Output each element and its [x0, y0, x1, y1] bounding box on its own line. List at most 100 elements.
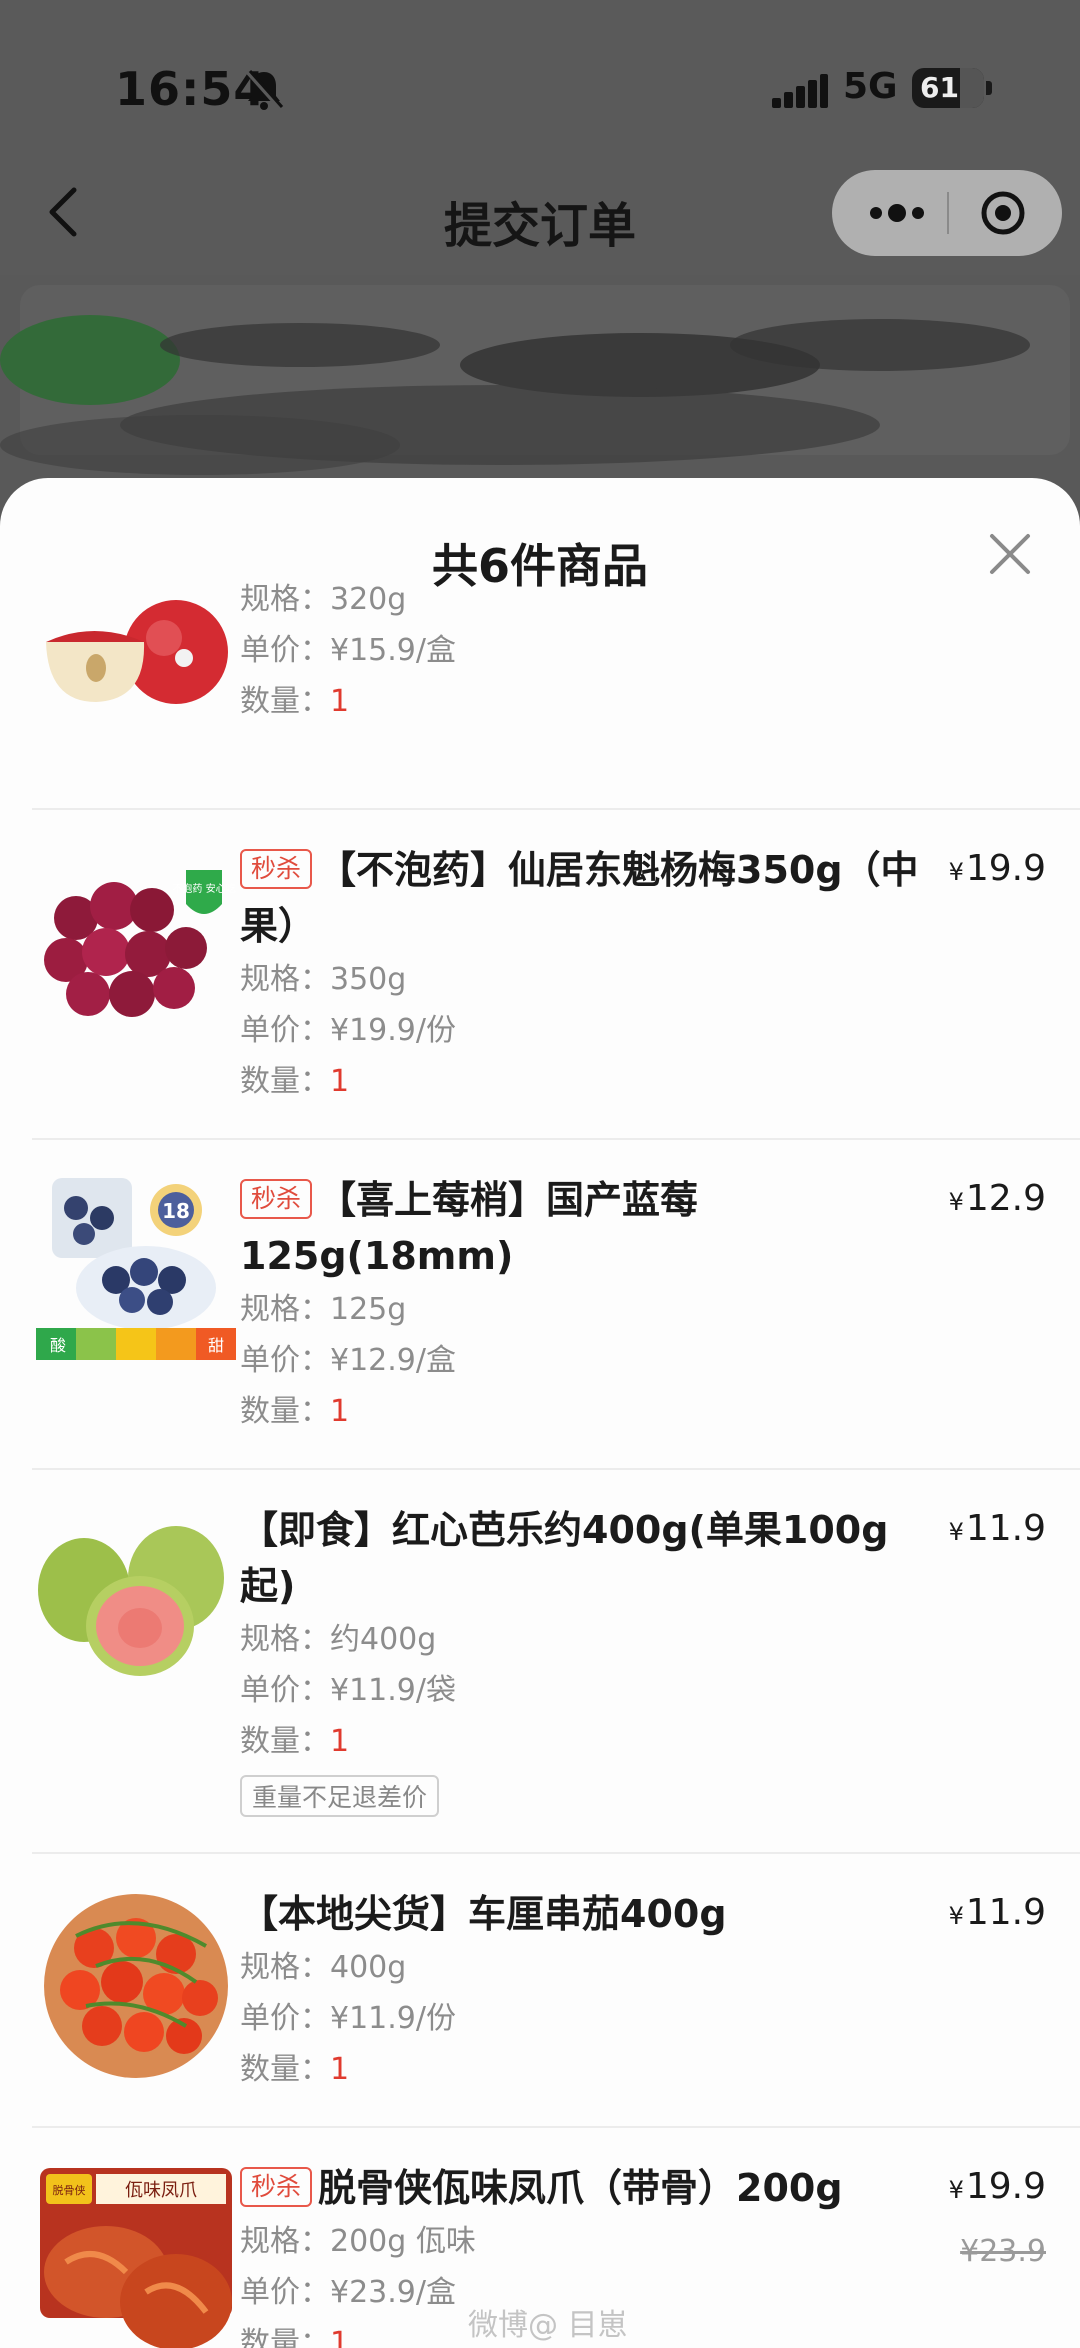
unit-price-label: 单价：	[240, 1343, 330, 1378]
qty-label: 数量：	[240, 1394, 330, 1429]
item-name: 秒杀 【喜上莓梢】国产蓝莓125g(18mm)	[240, 1172, 920, 1284]
qty-label: 数量：	[240, 2052, 330, 2087]
battery-level: 61	[920, 71, 959, 104]
signal-icon	[772, 74, 828, 108]
currency-symbol: ¥	[948, 1188, 964, 1216]
item-price: ¥19.9	[949, 2166, 1046, 2207]
item-price-value: 11.9	[965, 1892, 1046, 1933]
item-name: 秒杀 脱骨侠佤味凤爪（带骨）200g	[240, 2160, 920, 2216]
item-name-text: 脱骨侠佤味凤爪（带骨）200g	[318, 2166, 843, 2210]
status-bar: 16:54 5G 61	[0, 50, 1080, 130]
item-price: ¥12.9	[949, 1178, 1046, 1219]
currency-symbol: ¥	[948, 2176, 964, 2204]
order-items-sheet: 共6件商品 规格：320g 单价：¥15.9/盒 数量：1 不泡药 安心吃 秒杀…	[0, 478, 1080, 2348]
item-unit-price: ¥19.9/份	[330, 1013, 456, 1048]
item-price: ¥19.9	[949, 848, 1046, 889]
divider	[32, 1138, 1080, 1140]
original-price: ¥23.9	[960, 2234, 1046, 2269]
nav-bar: 提交订单	[0, 160, 1080, 270]
blueberry-icon: 18 酸 甜	[36, 1178, 236, 1360]
list-item[interactable]: 规格：320g 单价：¥15.9/盒 数量：1	[0, 582, 1080, 808]
flash-sale-tag: 秒杀	[240, 2167, 313, 2207]
flash-sale-tag: 秒杀	[240, 849, 313, 889]
item-unit-price: ¥23.9/盒	[330, 2275, 456, 2310]
list-item[interactable]: 【即食】红心芭乐约400g(单果100g起) 规格：约400g 单价：¥11.9…	[0, 1468, 1080, 1852]
item-qty: 1	[330, 1064, 350, 1099]
blueberry-size-badge: 18	[162, 1199, 190, 1223]
bayberry-icon: 不泡药 安心吃	[44, 870, 236, 1017]
item-price-value: 19.9	[965, 2166, 1046, 2207]
item-qty: 1	[330, 2052, 350, 2087]
item-spec: 200g 佤味	[330, 2224, 476, 2259]
divider	[32, 1468, 1080, 1470]
item-name-text: 【即食】红心芭乐约400g(单果100g起)	[240, 1508, 889, 1608]
item-price: ¥11.9	[949, 1892, 1046, 1933]
item-price-value: 11.9	[965, 1508, 1046, 1549]
tomato-icon	[44, 1894, 228, 2078]
item-price: ¥11.9	[949, 1508, 1046, 1549]
refund-note-badge: 重量不足退差价	[240, 1775, 440, 1817]
item-spec: 350g	[330, 962, 407, 997]
background-page: 16:54 5G 61 提交订单	[0, 0, 1080, 560]
divider	[32, 1852, 1080, 1854]
flash-sale-tag: 秒杀	[240, 1179, 313, 1219]
capsule-divider	[947, 192, 949, 234]
sour-label: 酸	[50, 1336, 66, 1355]
list-item[interactable]: 【本地尖货】车厘串茄400g 规格：400g 单价：¥11.9/份 数量：1 ¥…	[0, 1852, 1080, 2126]
bell-muted-icon	[246, 70, 284, 110]
chicken-brand: 脱骨侠	[53, 2183, 86, 2197]
spec-label: 规格：	[240, 1622, 330, 1657]
battery-icon: 61	[912, 68, 992, 108]
item-qty: 1	[330, 684, 350, 719]
unit-price-label: 单价：	[240, 1673, 330, 1708]
currency-symbol: ¥	[948, 1518, 964, 1546]
spec-label: 规格：	[240, 1292, 330, 1327]
close-icon[interactable]	[988, 532, 1032, 576]
item-qty: 1	[330, 1394, 350, 1429]
mini-program-capsule	[832, 170, 1062, 256]
spec-label: 规格：	[240, 2224, 330, 2259]
item-price-value: 12.9	[965, 1178, 1046, 1219]
item-unit-price: ¥15.9/盒	[330, 633, 456, 668]
qty-label: 数量：	[240, 1064, 330, 1099]
close-mini-program-icon[interactable]	[980, 190, 1026, 236]
apple-icon	[46, 600, 228, 704]
chicken-feet-icon: 脱骨侠 佤味凤爪	[40, 2168, 232, 2348]
spec-label: 规格：	[240, 1950, 330, 1985]
unit-price-label: 单价：	[240, 1013, 330, 1048]
item-qty: 1	[330, 1724, 350, 1759]
list-item[interactable]: 不泡药 安心吃 秒杀 【不泡药】仙居东魁杨梅350g（中果） 规格：350g 单价…	[0, 808, 1080, 1138]
qty-label: 数量：	[240, 684, 330, 719]
currency-symbol: ¥	[948, 858, 964, 886]
item-spec: 320g	[330, 582, 407, 617]
more-icon[interactable]	[862, 192, 932, 234]
qty-label: 数量：	[240, 1724, 330, 1759]
item-name-text: 【不泡药】仙居东魁杨梅350g（中果）	[240, 848, 919, 948]
unit-price-label: 单价：	[240, 633, 330, 668]
item-unit-price: ¥11.9/份	[330, 2001, 456, 2036]
item-spec: 约400g	[330, 1622, 437, 1657]
bayberry-badge: 不泡药 安心吃	[172, 882, 235, 895]
item-name: 【本地尖货】车厘串茄400g	[240, 1886, 920, 1942]
item-unit-price: ¥11.9/袋	[330, 1673, 456, 1708]
item-name: 秒杀 【不泡药】仙居东魁杨梅350g（中果）	[240, 842, 920, 954]
item-qty: 1	[330, 2326, 350, 2348]
sweet-label: 甜	[208, 1336, 224, 1355]
item-price-value: 19.9	[965, 848, 1046, 889]
network-type: 5G	[843, 66, 898, 107]
item-name: 【即食】红心芭乐约400g(单果100g起)	[240, 1502, 920, 1614]
spec-label: 规格：	[240, 962, 330, 997]
item-unit-price: ¥12.9/盒	[330, 1343, 456, 1378]
guava-icon	[38, 1526, 224, 1676]
unit-price-label: 单价：	[240, 2275, 330, 2310]
item-list: 规格：320g 单价：¥15.9/盒 数量：1 不泡药 安心吃 秒杀 【不泡药】…	[0, 582, 1080, 2348]
list-item[interactable]: 18 酸 甜 秒杀 【喜上莓梢】国产蓝莓125g(18mm) 规格：125g 单价…	[0, 1138, 1080, 1468]
divider	[32, 808, 1080, 810]
item-spec: 400g	[330, 1950, 407, 1985]
unit-price-label: 单价：	[240, 2001, 330, 2036]
qty-label: 数量：	[240, 2326, 330, 2348]
divider	[32, 2126, 1080, 2128]
chicken-label: 佤味凤爪	[125, 2180, 197, 2201]
watermark: 微博@ 目崽	[468, 2308, 628, 2343]
item-name-text: 【本地尖货】车厘串茄400g	[240, 1892, 727, 1936]
